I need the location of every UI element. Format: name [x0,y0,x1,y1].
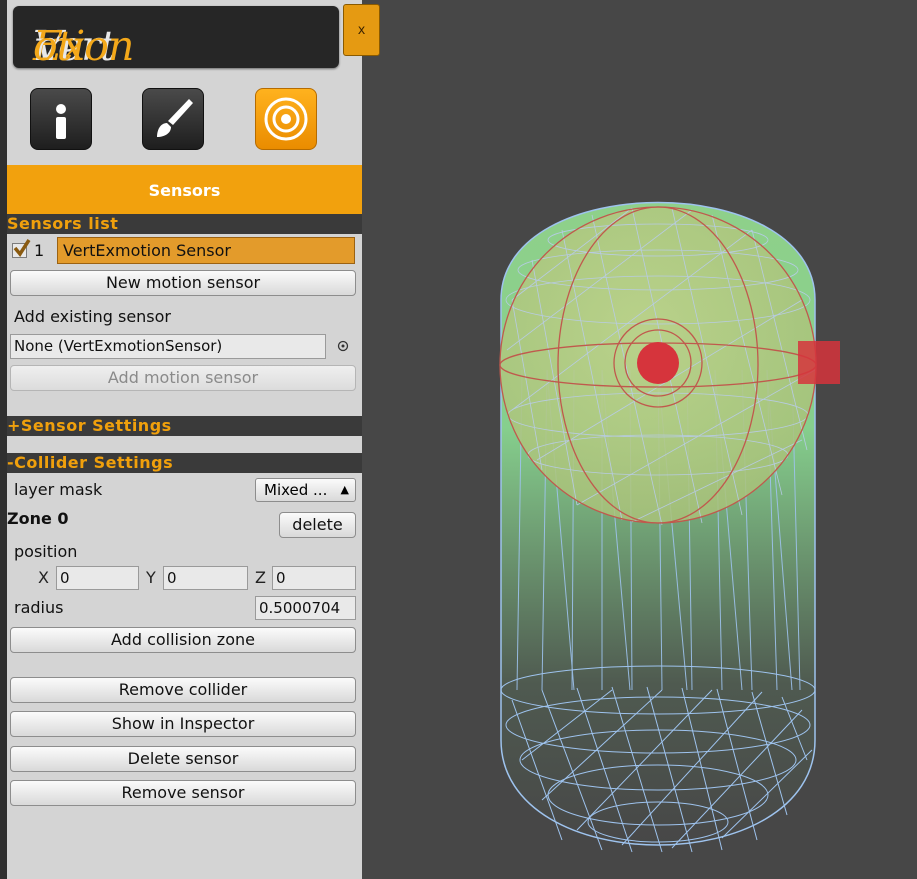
brush-icon[interactable] [142,88,204,150]
radius-label: radius [14,598,64,617]
vertexmotion-logo: Vert Ex m otion [13,6,339,68]
sensors-list-header[interactable]: Sensors list [7,214,362,234]
info-icon[interactable] [30,88,92,150]
tab-sensors[interactable]: Sensors [7,165,362,214]
checkmark-icon [13,239,31,257]
x-label: X [38,568,49,587]
y-label: Y [146,568,156,587]
window-edge [0,0,7,879]
delete-zone-button[interactable]: delete [279,512,356,538]
capsule-wireframe [499,201,840,853]
remove-sensor-button[interactable]: Remove sensor [10,780,356,806]
scene-viewport[interactable] [362,0,917,879]
add-existing-sensor-label: Add existing sensor [14,307,171,326]
sensor-settings-header[interactable]: +Sensor Settings [7,416,362,436]
show-in-inspector-button[interactable]: Show in Inspector [10,711,356,737]
sensor-name-field[interactable]: VertExmotion Sensor [57,237,355,264]
object-picker-icon[interactable] [336,339,350,353]
layer-mask-dropdown[interactable]: Mixed ... ▲ [255,478,356,502]
add-motion-sensor-button[interactable]: Add motion sensor [10,365,356,391]
add-collision-zone-button[interactable]: Add collision zone [10,627,356,653]
sensor-index: 1 [34,241,45,260]
position-x-field[interactable]: 0 [56,566,139,590]
updown-arrow-icon: ▲ [340,483,349,496]
new-motion-sensor-button[interactable]: New motion sensor [10,270,356,296]
position-y-field[interactable]: 0 [163,566,248,590]
existing-sensor-field[interactable]: None (VertExmotionSensor) [10,334,326,359]
layer-mask-label: layer mask [14,480,103,499]
radius-field[interactable]: 0.5000704 [255,596,356,620]
sensor-icon[interactable] [255,88,317,150]
close-button[interactable]: x [343,4,380,56]
position-z-field[interactable]: 0 [272,566,356,590]
position-label: position [14,542,78,561]
zone-label: Zone 0 [7,509,69,528]
remove-collider-button[interactable]: Remove collider [10,677,356,703]
collider-settings-header[interactable]: -Collider Settings [7,453,362,473]
delete-sensor-button[interactable]: Delete sensor [10,746,356,772]
z-label: Z [255,568,266,587]
